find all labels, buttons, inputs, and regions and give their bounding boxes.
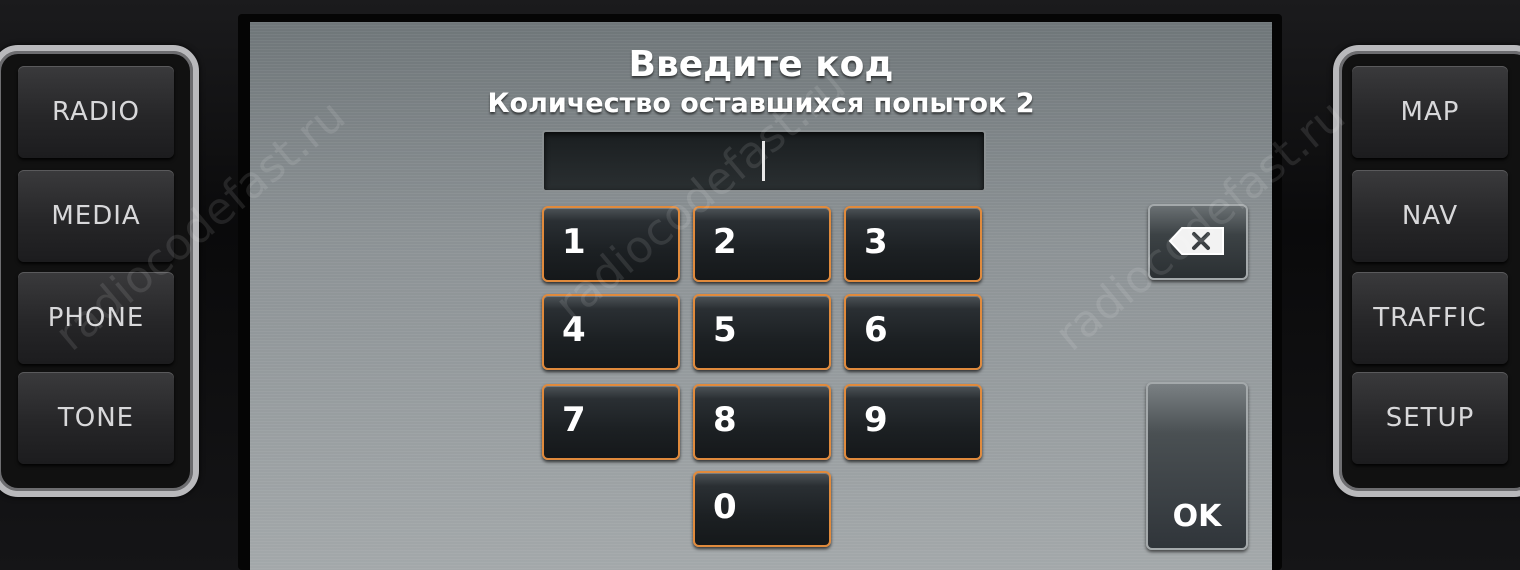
- media-hardware-button[interactable]: MEDIA: [18, 170, 174, 262]
- keypad-key-4[interactable]: 4: [542, 294, 680, 370]
- keypad-key-5[interactable]: 5: [693, 294, 831, 370]
- key-label: 7: [562, 400, 586, 440]
- keypad-key-7[interactable]: 7: [542, 384, 680, 460]
- keypad-key-2[interactable]: 2: [693, 206, 831, 282]
- key-label: 4: [562, 310, 586, 350]
- key-label: 2: [713, 222, 737, 262]
- backspace-button[interactable]: [1148, 204, 1248, 280]
- keypad-key-9[interactable]: 9: [844, 384, 982, 460]
- key-label: 6: [864, 310, 888, 350]
- keypad-key-0[interactable]: 0: [693, 471, 831, 547]
- keypad-key-8[interactable]: 8: [693, 384, 831, 460]
- traffic-hardware-button[interactable]: TRAFFIC: [1352, 272, 1508, 364]
- attempts-remaining-text: Количество оставшихся попыток 2: [487, 88, 1035, 119]
- key-label: 8: [713, 400, 737, 440]
- backspace-icon: [1168, 227, 1224, 255]
- key-label: 5: [713, 310, 737, 350]
- map-hardware-button[interactable]: MAP: [1352, 66, 1508, 158]
- code-entry-screen: Введите код Количество оставшихся попыто…: [250, 22, 1272, 570]
- tone-hardware-button[interactable]: TONE: [18, 372, 174, 464]
- key-label: 3: [864, 222, 888, 262]
- setup-hardware-button[interactable]: SETUP: [1352, 372, 1508, 464]
- page-title: Введите код: [628, 44, 894, 85]
- key-label: 0: [713, 487, 737, 527]
- nav-hardware-button[interactable]: NAV: [1352, 170, 1508, 262]
- ok-label: OK: [1172, 499, 1222, 534]
- keypad-key-6[interactable]: 6: [844, 294, 982, 370]
- key-label: 1: [562, 222, 586, 262]
- keypad-key-1[interactable]: 1: [542, 206, 680, 282]
- text-cursor: [762, 141, 765, 181]
- phone-hardware-button[interactable]: PHONE: [18, 272, 174, 364]
- keypad-key-3[interactable]: 3: [844, 206, 982, 282]
- ok-button[interactable]: OK: [1146, 382, 1248, 550]
- radio-hardware-button[interactable]: RADIO: [18, 66, 174, 158]
- key-label: 9: [864, 400, 888, 440]
- code-input-field[interactable]: [542, 130, 986, 192]
